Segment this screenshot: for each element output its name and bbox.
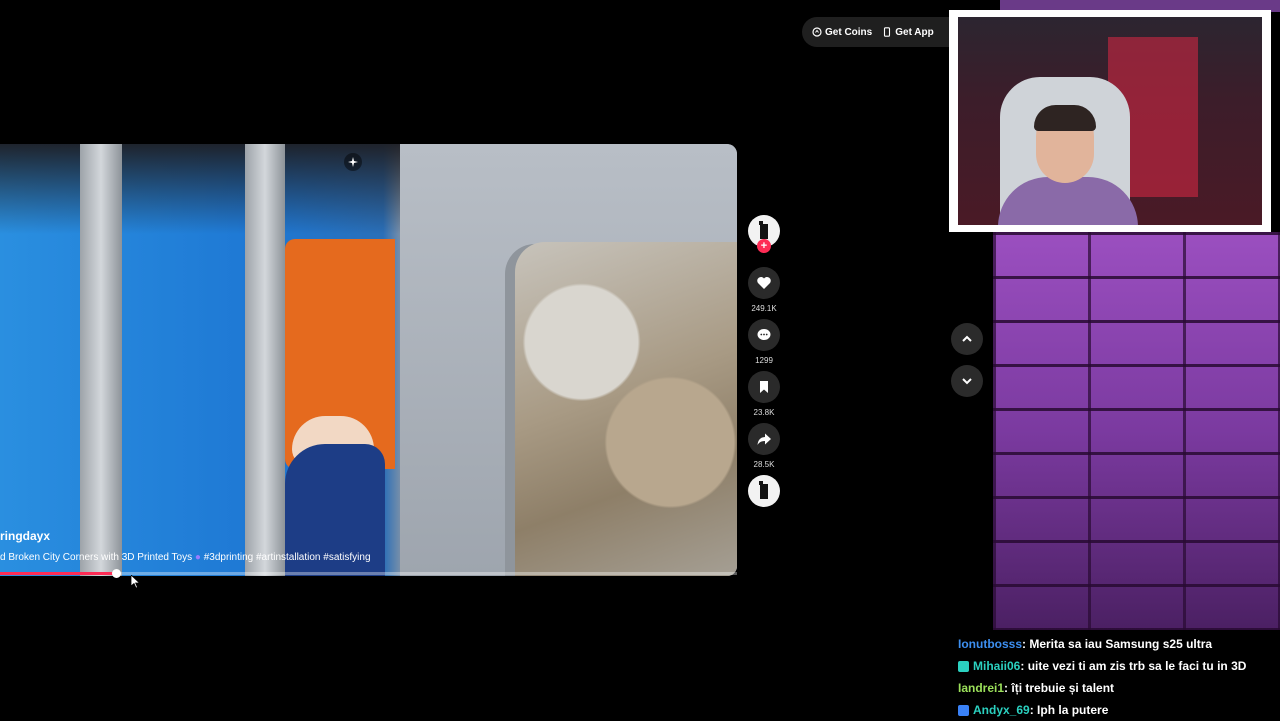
comment-action: 1299 <box>746 319 782 366</box>
comment-button[interactable] <box>748 319 780 351</box>
coin-icon <box>812 27 822 37</box>
chat-text: : Iph la putere <box>1029 703 1109 717</box>
save-count: 23.8K <box>753 408 775 417</box>
creator-avatar[interactable]: + <box>748 215 780 253</box>
video-scene-rock <box>515 242 737 576</box>
share-icon <box>757 433 771 445</box>
chevron-up-icon <box>962 335 972 342</box>
sound-disc-avatar[interactable] <box>748 475 780 507</box>
bookmark-icon <box>760 381 768 393</box>
chat-username[interactable]: Iandrei1 <box>958 678 1004 698</box>
heart-icon <box>757 277 771 289</box>
caption-text: d Broken City Corners with 3D Printed To… <box>0 552 195 563</box>
video-progress-bar[interactable] <box>0 569 737 578</box>
video-player[interactable] <box>0 144 737 576</box>
share-action: 28.5K <box>746 423 782 470</box>
gem-emoji-icon: ● <box>194 552 201 563</box>
video-progress-fill <box>0 572 116 575</box>
video-scene-bar <box>245 144 285 576</box>
chat-username[interactable]: Ionutbosss <box>958 634 1022 654</box>
chat-message: Andyx_69: Iph la putere <box>958 699 1278 721</box>
chat-text: : Merita sa iau Samsung s25 ultra <box>1022 637 1213 651</box>
caption-hashtags[interactable]: #3dprinting #artinstallation #satisfying <box>204 552 371 563</box>
creator-avatar-wrap: + <box>746 215 782 253</box>
sound-action <box>746 475 782 507</box>
enhance-icon[interactable] <box>344 153 362 171</box>
previous-video-button[interactable] <box>951 323 983 355</box>
badge-icon <box>958 660 969 672</box>
phone-icon <box>884 27 891 37</box>
like-count: 249.1K <box>751 304 777 313</box>
music-disc-icon <box>759 481 768 499</box>
stream-chat: Ionutbosss: Merita sa iau Samsung s25 ul… <box>958 633 1278 721</box>
like-action: 249.1K <box>746 267 782 314</box>
video-progress-thumb[interactable] <box>111 569 121 578</box>
share-count: 28.5K <box>753 460 775 469</box>
chat-username[interactable]: Mihaii06 <box>973 656 1020 676</box>
chat-username[interactable]: Andyx_69 <box>973 700 1030 720</box>
share-button[interactable] <box>748 423 780 455</box>
mouse-cursor-icon <box>131 575 141 589</box>
get-app-button[interactable]: Get App <box>882 27 934 38</box>
save-button[interactable] <box>748 371 780 403</box>
chat-message: Iandrei1: îți trebuie și talent <box>958 677 1278 699</box>
follow-plus-icon[interactable]: + <box>757 239 771 253</box>
prime-icon <box>958 704 969 716</box>
chat-text: : îți trebuie și talent <box>1004 681 1115 695</box>
video-caption: d Broken City Corners with 3D Printed To… <box>0 552 371 563</box>
webcam-overlay <box>949 10 1271 232</box>
get-coins-button[interactable]: Get Coins <box>812 27 872 38</box>
chevron-down-icon <box>962 378 972 385</box>
webcam-feed <box>958 17 1262 225</box>
video-scene-bar <box>80 144 122 576</box>
comment-icon <box>757 329 771 340</box>
save-action: 23.8K <box>746 371 782 418</box>
comment-count: 1299 <box>755 356 773 365</box>
like-button[interactable] <box>748 267 780 299</box>
chat-text: : uite vezi ti am zis trb sa le faci tu … <box>1020 659 1247 673</box>
chat-message: Mihaii06: uite vezi ti am zis trb sa le … <box>958 655 1278 677</box>
chat-message: Ionutbosss: Merita sa iau Samsung s25 ul… <box>958 633 1278 655</box>
get-app-label: Get App <box>895 26 934 38</box>
brick-wall-background <box>993 232 1280 630</box>
video-creator-name[interactable]: ringdayx <box>0 529 50 543</box>
video-shadow <box>0 144 400 234</box>
next-video-button[interactable] <box>951 365 983 397</box>
webcam-person-hair <box>1034 105 1096 131</box>
get-coins-label: Get Coins <box>825 26 873 38</box>
top-action-bar: Get Coins Get App <box>802 17 952 47</box>
